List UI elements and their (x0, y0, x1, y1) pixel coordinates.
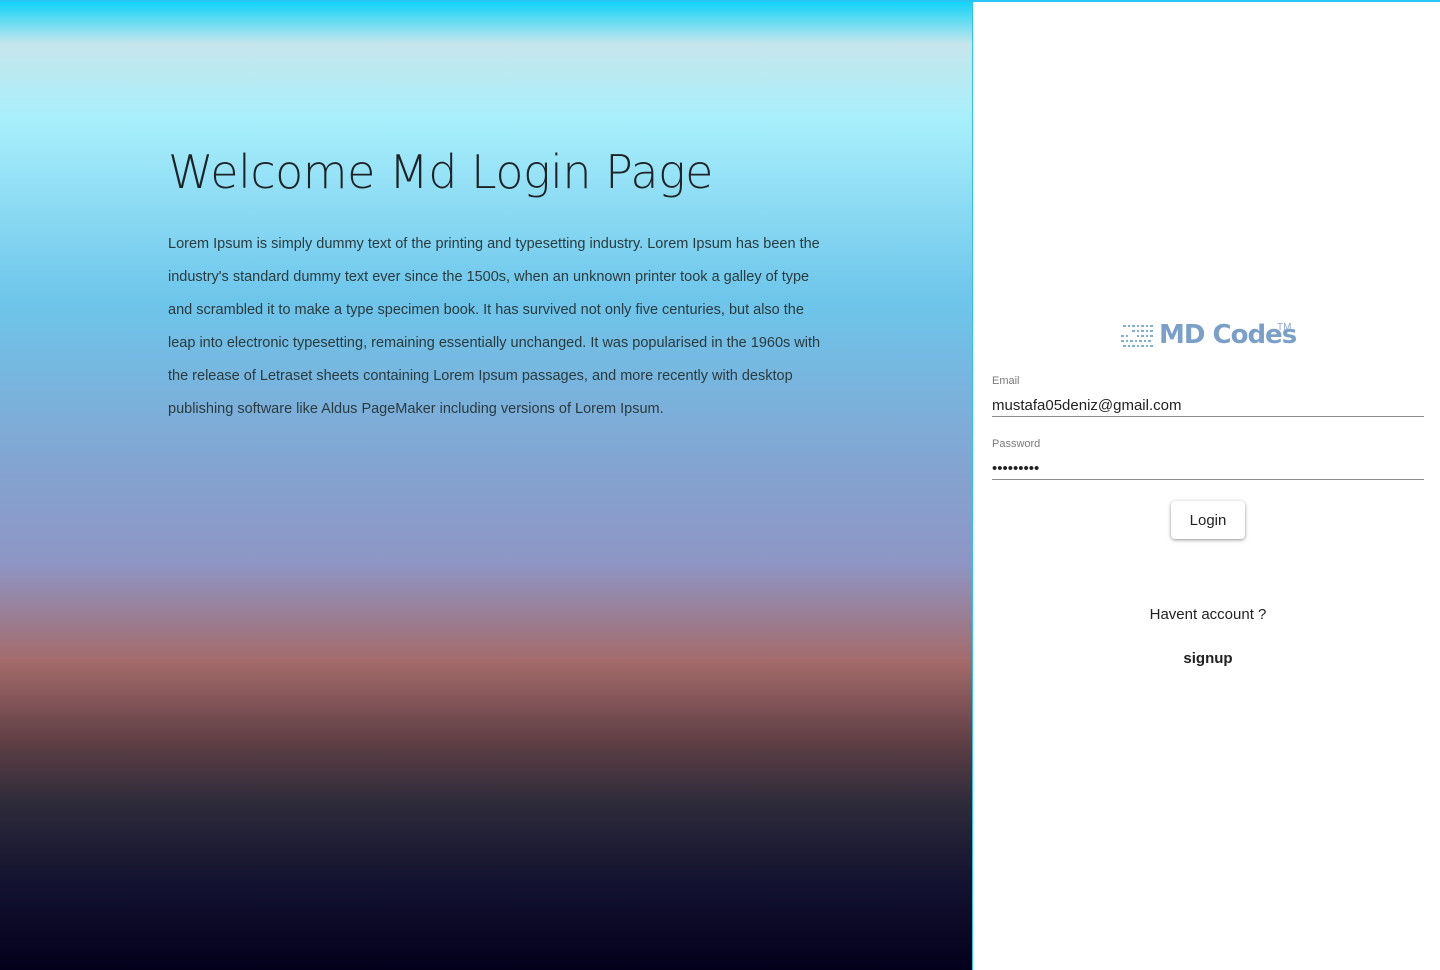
login-button[interactable]: Login (1171, 501, 1245, 539)
welcome-hero: Welcome Md Login Page Lorem Ipsum is sim… (0, 2, 973, 970)
binary-code-icon (1121, 325, 1153, 347)
password-label: Password (992, 438, 1041, 450)
email-label: Email (992, 375, 1020, 387)
page-title: Welcome Md Login Page (168, 145, 713, 199)
login-panel: MD Codes TM Email Password Login Havent … (973, 2, 1440, 970)
email-input[interactable] (992, 394, 1424, 416)
password-input[interactable] (992, 457, 1424, 479)
email-field: Email (992, 374, 1424, 417)
hero-description: Lorem Ipsum is simply dummy text of the … (168, 236, 821, 417)
brand-name: MD Codes (1159, 320, 1297, 350)
signup-prompt: Havent account ? (1149, 606, 1267, 623)
login-page: Welcome Md Login Page Lorem Ipsum is sim… (0, 0, 1440, 970)
signup-link[interactable]: signup (1173, 650, 1243, 667)
trademark-mark: TM (1277, 322, 1292, 333)
password-field: Password (992, 437, 1424, 480)
brand-logo: MD Codes TM (1121, 318, 1311, 358)
